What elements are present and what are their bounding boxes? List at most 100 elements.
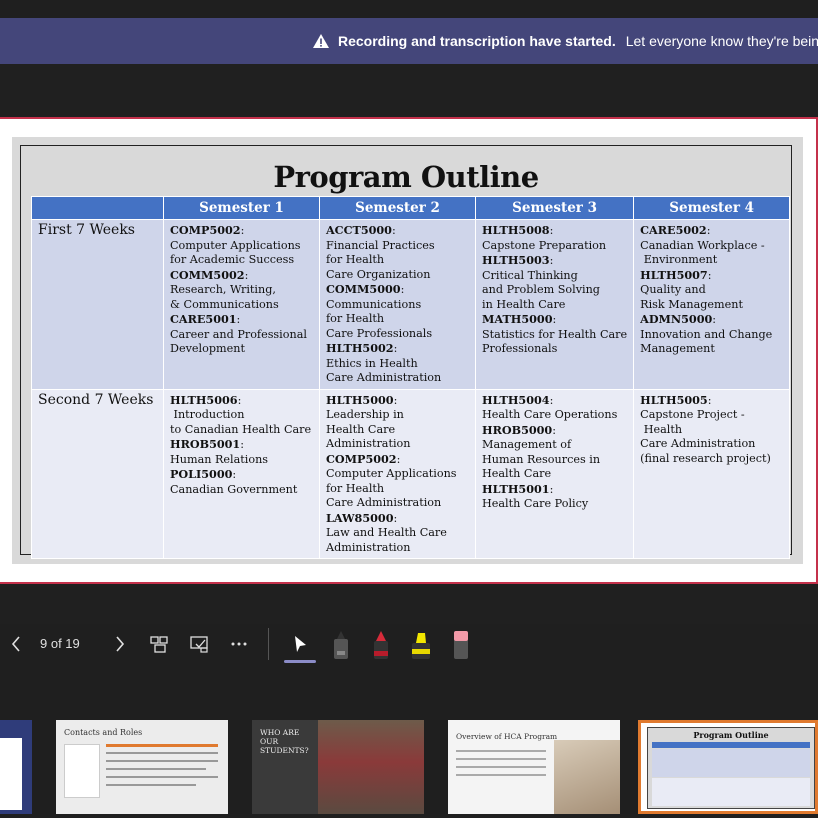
course-code-line: COMM5000: <box>326 282 469 298</box>
header-corner <box>31 196 164 220</box>
presenter-view-icon[interactable] <box>188 633 210 655</box>
course-code: LAW85000 <box>326 510 394 525</box>
course-title-line: in Health Care <box>482 297 566 311</box>
thumbnail-slide-8[interactable] <box>0 720 32 814</box>
thumbnail-outline-frame: Program Outline <box>647 727 815 809</box>
course-code-line: HROB5001: <box>170 437 313 453</box>
course-title-line: Innovation and Change <box>640 327 773 341</box>
course-code: HROB5000 <box>482 422 553 437</box>
course-title-line: Communications <box>326 297 422 311</box>
course-code: HLTH5001 <box>482 481 550 496</box>
course-title-line: and Problem Solving <box>482 283 600 296</box>
thumbnail-contacts-title: Contacts and Roles <box>64 728 143 737</box>
thumbnail-outline-title: Program Outline <box>693 730 769 740</box>
course-code-suffix: : <box>549 482 554 496</box>
course-code: HLTH5004 <box>482 392 550 407</box>
table-row: Second 7 Weeks HLTH5006: Introduction to C… <box>31 388 791 559</box>
thumbnail-line <box>106 760 218 762</box>
thumbnail-program-outline[interactable]: Program Outline <box>638 720 818 814</box>
course-title-line: Administration <box>326 437 411 450</box>
course-code-line: HLTH5005: <box>640 393 783 409</box>
course-title-line: Human Resources in <box>482 452 601 466</box>
thumbnail-line <box>106 752 218 754</box>
slide-thumbnails: Contacts and Roles WHO ARE OUR STUDENTS?… <box>0 710 818 818</box>
course-code-line: COMP5002: <box>170 223 313 239</box>
course-code: HLTH5005 <box>640 392 708 407</box>
previous-slide-button[interactable] <box>8 634 24 654</box>
course-code: HROB5001 <box>170 437 241 451</box>
top-strip <box>0 0 818 18</box>
course-title-line: Capstone Preparation <box>482 238 607 252</box>
thumbnail-line <box>456 774 546 776</box>
course-code: HLTH5003 <box>482 253 550 267</box>
thumbnail-row-1 <box>652 749 810 777</box>
course-title-line: Professionals <box>482 342 558 355</box>
course-cell: HLTH5005: Capstone Project - Health Care A… <box>633 388 791 559</box>
course-code: HLTH5006 <box>170 392 238 407</box>
course-title-line: Management <box>640 342 715 355</box>
highlighter-icon[interactable] <box>408 628 434 662</box>
thumbnail-contacts[interactable]: Contacts and Roles <box>56 720 228 814</box>
course-title-line: Care Organization <box>326 267 431 281</box>
course-code: HLTH5007 <box>640 267 708 282</box>
thumbnail-line <box>106 744 218 747</box>
course-cell: HLTH5000: Leadership in Health Care Adminis… <box>319 388 476 559</box>
course-code: CARE5002 <box>640 223 707 237</box>
shared-slide: Program Outline Semester 1 Semester 2 Se… <box>0 117 818 584</box>
course-code-line: POLI5000: <box>170 467 313 483</box>
course-cell: HLTH5004: Health Care Operations HROB5000:… <box>474 388 635 559</box>
eraser-icon[interactable] <box>448 628 474 662</box>
pointer-tool-icon[interactable] <box>288 632 312 656</box>
thumbnail-overview[interactable]: Overview of HCA Program <box>448 720 620 814</box>
thumbnail-overview-title: Overview of HCA Program <box>456 732 558 741</box>
course-cell: HLTH5006: Introduction to Canadian Health… <box>163 388 320 559</box>
course-code-suffix: : <box>549 254 554 267</box>
thumbnail-line <box>106 776 218 778</box>
pen-black-icon[interactable] <box>328 628 354 662</box>
row-label: Second 7 Weeks <box>31 388 164 559</box>
thumbnail-line <box>106 768 206 770</box>
course-code-line: LAW85000: <box>326 511 469 527</box>
course-title-line: Health Care Policy <box>482 497 589 510</box>
thumbnail-header-bar <box>652 742 810 748</box>
course-title-line: Ethics in Health <box>326 356 418 370</box>
course-code-suffix: : <box>391 224 396 237</box>
course-code-suffix: : <box>240 224 245 237</box>
slide-title: Program Outline <box>273 160 539 194</box>
more-options-icon[interactable] <box>228 633 250 655</box>
course-cell: CARE5002: Canadian Workplace - Environmen… <box>633 219 791 390</box>
course-code-suffix: : <box>549 224 554 237</box>
course-title-line: Critical Thinking <box>482 268 578 282</box>
course-code-line: MATH5000: <box>482 312 627 328</box>
thumbnail-line <box>456 766 546 768</box>
course-code-line: HROB5000: <box>482 423 627 439</box>
course-cell: ACCT5000: Financial Practices for Health Ca… <box>319 219 476 390</box>
course-title-line: Management of <box>482 438 572 451</box>
course-title-line: Quality and <box>640 283 706 296</box>
warning-icon <box>312 33 330 49</box>
course-code-line: HLTH5001: <box>482 482 627 498</box>
program-outline-table: Semester 1 Semester 2 Semester 3 Semeste… <box>31 196 791 559</box>
course-title-line: for Health <box>326 481 385 495</box>
course-code-suffix: : <box>712 313 717 326</box>
course-code-line: COMM5002: <box>170 268 313 284</box>
course-code-line: HLTH5007: <box>640 268 783 284</box>
course-code: POLI5000 <box>170 467 233 481</box>
thumbnail-students[interactable]: WHO ARE OUR STUDENTS? <box>252 720 424 814</box>
course-code-suffix: : <box>240 438 244 451</box>
slide-background: Program Outline Semester 1 Semester 2 Se… <box>12 137 803 564</box>
course-code-line: HLTH5000: <box>326 393 469 409</box>
pen-red-icon[interactable] <box>368 628 394 662</box>
thumbnail-line <box>106 784 196 786</box>
course-title-line: Canadian Workplace - <box>640 238 765 252</box>
thumbnail-line <box>456 758 546 760</box>
course-title-line: to Canadian Health Care <box>170 422 312 436</box>
next-slide-button[interactable] <box>112 634 128 654</box>
course-code: HLTH5000 <box>326 392 394 407</box>
active-tool-indicator <box>284 660 316 663</box>
course-code-suffix: : <box>707 393 712 407</box>
course-code: HLTH5002 <box>326 341 394 355</box>
course-code-suffix: : <box>237 393 242 407</box>
grid-view-icon[interactable] <box>148 633 170 655</box>
page-indicator: 9 of 19 <box>40 636 80 651</box>
